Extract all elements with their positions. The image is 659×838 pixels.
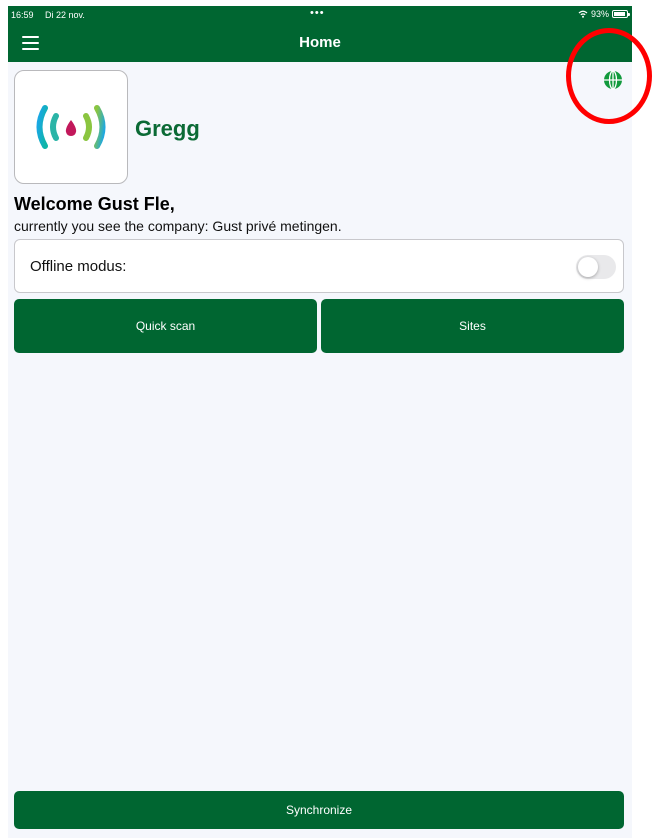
- app-logo: [14, 70, 128, 184]
- quick-scan-button[interactable]: Quick scan: [14, 299, 317, 353]
- page-title: Home: [299, 34, 341, 51]
- status-date: Di 22 nov.: [45, 10, 85, 20]
- status-bar: 16:59 Di 22 nov. ••• 93%: [8, 6, 632, 24]
- nav-bar: Home: [8, 24, 632, 62]
- offline-mode-label: Offline modus:: [30, 258, 127, 275]
- battery-percent: 93%: [590, 9, 609, 19]
- battery-icon: [612, 10, 630, 18]
- brand-name: Gregg: [135, 116, 200, 141]
- company-info: currently you see the company: Gust priv…: [14, 218, 342, 234]
- offline-mode-card: Offline modus:: [14, 239, 624, 293]
- synchronize-button[interactable]: Synchronize: [14, 791, 624, 829]
- welcome-heading: Welcome Gust Fle,: [14, 194, 175, 214]
- status-right: 93%: [578, 9, 630, 19]
- signal-drop-logo-icon: [36, 105, 106, 149]
- status-time: 16:59: [11, 10, 34, 20]
- sites-button[interactable]: Sites: [321, 299, 624, 353]
- offline-mode-toggle[interactable]: [576, 255, 616, 279]
- toggle-knob: [578, 257, 598, 277]
- wifi-icon: [578, 10, 588, 18]
- app-screen: 16:59 Di 22 nov. ••• 93% Home Gregg Welc…: [8, 6, 632, 838]
- multitask-dots[interactable]: •••: [310, 7, 325, 19]
- annotation-highlight-circle: [566, 28, 652, 124]
